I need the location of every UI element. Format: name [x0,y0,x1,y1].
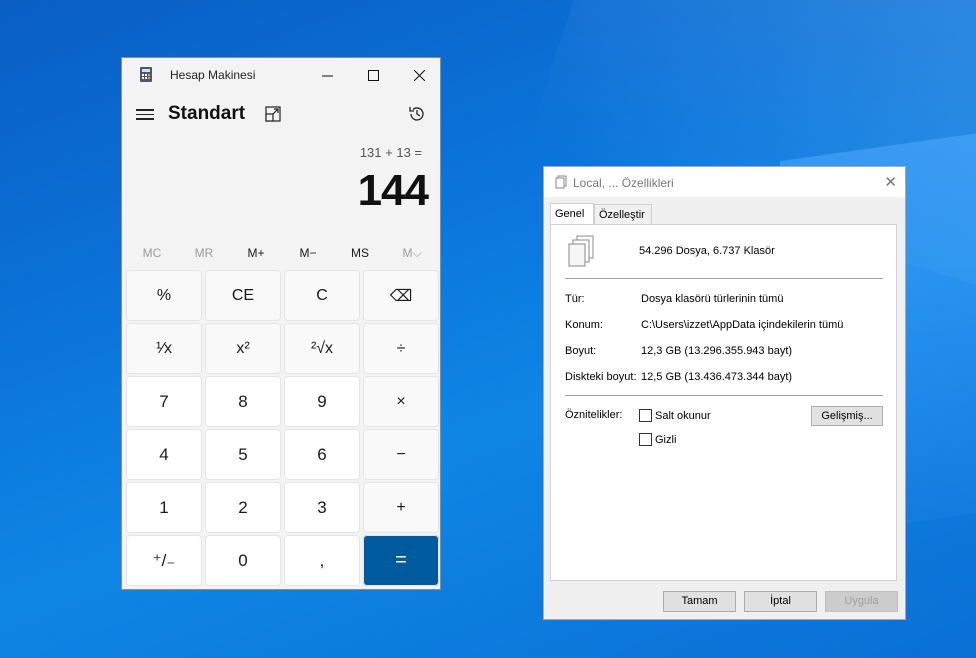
tab-genel[interactable]: Genel [550,203,594,225]
memory-button[interactable]: MR [178,241,230,265]
properties-dialog: Local, ... Özellikleri ✕ Genel Özelleşti… [543,166,906,620]
equals-key[interactable]: = [363,535,439,586]
attributes-label: Öznitelikler: [565,409,623,421]
decimal-key[interactable]: , [284,535,360,586]
memory-button[interactable]: M− [282,241,334,265]
memory-button[interactable]: MC [126,241,178,265]
properties-title: Local, ... Özellikleri [573,176,674,190]
memory-button[interactable]: M⌵ [386,241,438,265]
subtract-key[interactable]: − [363,429,439,480]
apply-button[interactable]: Uygula [825,591,898,612]
negate-key[interactable]: ⁺/₋ [126,535,202,586]
digit-0-key[interactable]: 0 [205,535,281,586]
expression-display: 131 + 13 = [359,145,422,160]
location-label: Konum: [565,319,603,331]
calculator-mode-title: Standart [168,103,246,124]
clear-key[interactable]: C [284,270,360,321]
maximize-icon [367,69,379,81]
ok-button[interactable]: Tamam [663,591,736,612]
calculator-header: Standart [122,98,440,132]
location-value: C:\Users\izzet\AppData içindekilerin tüm… [641,319,844,331]
multiple-files-icon [568,235,594,267]
digit-9-key[interactable]: 9 [284,376,360,427]
memory-button[interactable]: MS [334,241,386,265]
properties-titlebar[interactable]: Local, ... Özellikleri ✕ [544,167,905,197]
size-value: 12,3 GB (13.296.355.943 bayt) [641,345,793,357]
digit-7-key[interactable]: 7 [126,376,202,427]
cancel-button[interactable]: İptal [744,591,817,612]
digit-2-key[interactable]: 2 [205,482,281,533]
close-icon [413,69,425,81]
minimize-button[interactable] [304,58,350,92]
keep-on-top-icon[interactable] [265,106,281,122]
readonly-checkbox[interactable] [639,409,652,422]
calculator-titlebar[interactable]: Hesap Makinesi [122,58,440,92]
clear-entry-key[interactable]: CE [205,270,281,321]
hidden-checkbox[interactable] [639,433,652,446]
digit-5-key[interactable]: 5 [205,429,281,480]
advanced-button[interactable]: Gelişmiş... [811,406,883,426]
calculator-app-icon [140,67,152,82]
divider [565,395,883,396]
reciprocal-key[interactable]: ¹⁄x [126,323,202,374]
maximize-button[interactable] [350,58,396,92]
add-key[interactable]: + [363,482,439,533]
hidden-label[interactable]: Gizli [655,434,676,446]
calculator-title: Hesap Makinesi [170,68,256,82]
square-root-key[interactable]: ²√x [284,323,360,374]
readonly-label[interactable]: Salt okunur [655,410,711,422]
general-panel: 54.296 Dosya, 6.737 Klasör Tür: Dosya kl… [550,224,897,581]
digit-8-key[interactable]: 8 [205,376,281,427]
type-value: Dosya klasörü türlerinin tümü [641,293,784,305]
digit-6-key[interactable]: 6 [284,429,360,480]
keypad: % CE C ⌫ ¹⁄x x² ²√x ÷ 7 8 9 × 4 5 6− 1 2 3 + ⁺/₋ 0, = [126,270,439,586]
divide-key[interactable]: ÷ [363,323,439,374]
type-label: Tür: [565,293,585,305]
divider [565,278,883,279]
minimize-icon [321,75,333,76]
digit-1-key[interactable]: 1 [126,482,202,533]
percent-key[interactable]: % [126,270,202,321]
size-on-disk-value: 12,5 GB (13.436.473.344 bayt) [641,371,793,383]
close-icon[interactable]: ✕ [884,173,897,191]
file-folder-count: 54.296 Dosya, 6.737 Klasör [639,245,775,257]
history-icon[interactable] [408,105,426,123]
close-button[interactable] [396,58,442,92]
navigation-menu-icon[interactable] [136,106,154,122]
size-label: Boyut: [565,345,597,357]
multiply-key[interactable]: × [363,376,439,427]
square-key[interactable]: x² [205,323,281,374]
size-on-disk-label: Diskteki boyut: [565,371,637,383]
digit-3-key[interactable]: 3 [284,482,360,533]
folder-properties-icon [555,175,567,189]
tab-ozellestir[interactable]: Özelleştir [594,204,652,225]
memory-button[interactable]: M+ [230,241,282,265]
result-display: 144 [357,166,429,215]
calculator-window: Hesap Makinesi Standart 131 + 13 = 144 M… [121,57,441,590]
memory-row: MC MR M+ M− MS M⌵ [126,241,438,265]
backspace-key[interactable]: ⌫ [363,270,439,321]
digit-4-key[interactable]: 4 [126,429,202,480]
